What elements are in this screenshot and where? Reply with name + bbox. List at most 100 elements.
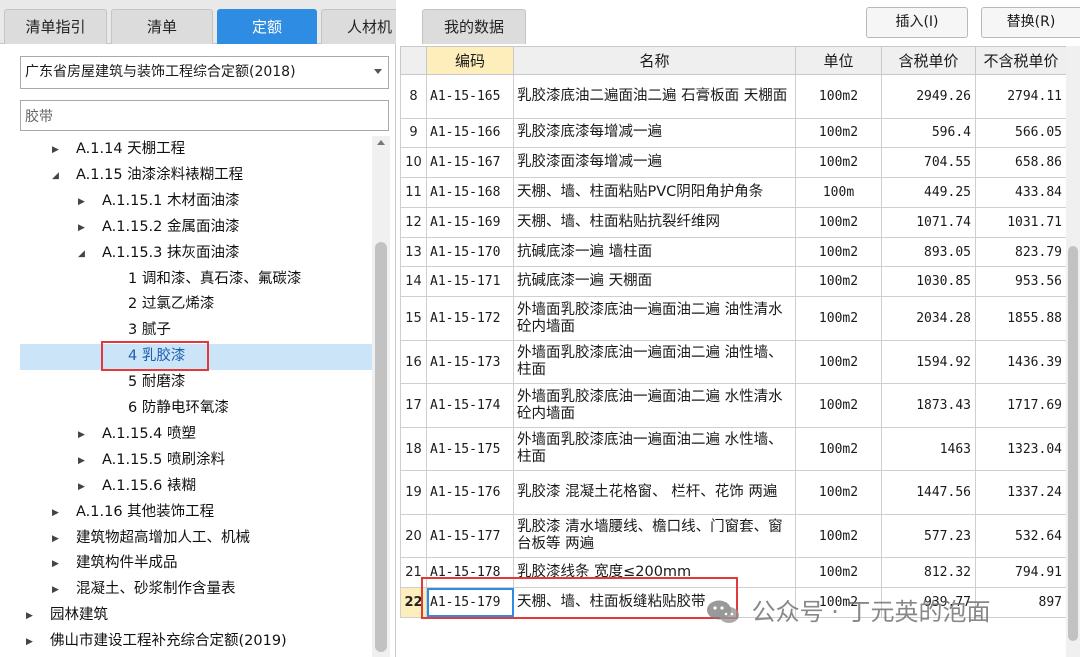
tree-node[interactable]: ▶ 佛山市建设工程补充综合定额(2019): [26, 628, 287, 654]
unit-cell[interactable]: 100m2: [795, 296, 882, 341]
tree-scrollbar[interactable]: [372, 136, 390, 657]
unit-cell[interactable]: 100m2: [795, 557, 882, 589]
expand-arrow-icon[interactable]: ▶: [52, 577, 66, 603]
tree-node[interactable]: ▶ A.1.15.5 喷刷涂料: [78, 447, 225, 473]
notax-price-cell[interactable]: 1337.24: [975, 470, 1066, 515]
unit-cell[interactable]: 100m2: [795, 266, 882, 298]
tax-price-cell[interactable]: 1030.85: [881, 266, 976, 298]
tab-list-guide[interactable]: 清单指引: [4, 9, 107, 44]
expand-arrow-icon[interactable]: ▶: [78, 189, 92, 215]
name-cell[interactable]: 乳胶漆 清水墙腰线、檐口线、门窗套、窗台板等 两遍: [513, 513, 796, 559]
tab-my-data[interactable]: 我的数据: [422, 9, 526, 44]
header-unit[interactable]: 单位: [795, 46, 882, 75]
code-cell[interactable]: A1-15-170: [426, 236, 514, 268]
replace-button[interactable]: 替换(R): [981, 7, 1080, 38]
unit-cell[interactable]: 100m2: [795, 426, 882, 472]
name-cell[interactable]: 乳胶漆面漆每增减一遍: [513, 147, 796, 179]
tree-node[interactable]: ▶ A.1.15.4 喷塑: [78, 421, 196, 447]
expand-arrow-icon[interactable]: ▶: [78, 448, 92, 474]
tree-node[interactable]: 5 耐磨漆: [128, 369, 185, 395]
tree-node[interactable]: ▶ A.1.15.2 金属面油漆: [78, 214, 240, 240]
unit-cell[interactable]: 100m2: [795, 339, 882, 385]
tab-list[interactable]: 清单: [111, 9, 213, 44]
name-cell[interactable]: 天棚、墙、柱面粘贴PVC阴阳角护角条: [513, 177, 796, 208]
row-number[interactable]: 12: [400, 206, 427, 238]
table-row[interactable]: 17 A1-15-174 外墙面乳胶漆底油一遍面油二遍 水性清水砼内墙面 100m2 1…: [400, 383, 1066, 428]
name-cell[interactable]: 外墙面乳胶漆底油一遍面油二遍 油性清水砼内墙面: [513, 296, 796, 341]
insert-button[interactable]: 插入(I): [866, 7, 968, 38]
tax-price-cell[interactable]: 939.77: [881, 587, 976, 618]
notax-price-cell[interactable]: 2794.11: [975, 74, 1066, 119]
table-row[interactable]: 14 A1-15-171 抗碱底漆一遍 天棚面 100m2 1030.85 953.56: [400, 266, 1066, 298]
notax-price-cell[interactable]: 566.05: [975, 117, 1066, 149]
tree-node[interactable]: ◢ A.1.15.3 抹灰面油漆: [78, 240, 240, 266]
row-number[interactable]: 21: [400, 557, 427, 589]
tree-node[interactable]: 2 过氯乙烯漆: [128, 291, 214, 317]
code-cell[interactable]: A1-15-178: [426, 557, 514, 589]
name-cell[interactable]: 外墙面乳胶漆底油一遍面油二遍 油性墙、柱面: [513, 339, 796, 385]
table-row[interactable]: 20 A1-15-177 乳胶漆 清水墙腰线、檐口线、门窗套、窗台板等 两遍 100m…: [400, 513, 1066, 559]
tree-node[interactable]: ▶ 园林建筑: [26, 602, 108, 628]
quota-library-select[interactable]: 广东省房屋建筑与装饰工程综合定额(2018): [20, 56, 389, 89]
name-cell[interactable]: 天棚、墙、柱面粘贴抗裂纤维网: [513, 206, 796, 238]
row-number[interactable]: 19: [400, 470, 427, 515]
code-cell[interactable]: A1-15-173: [426, 339, 514, 385]
notax-price-cell[interactable]: 823.79: [975, 236, 1066, 268]
code-cell[interactable]: A1-15-171: [426, 266, 514, 298]
name-cell[interactable]: 天棚、墙、柱面板缝粘贴胶带: [513, 587, 796, 618]
tax-price-cell[interactable]: 1447.56: [881, 470, 976, 515]
expand-arrow-icon[interactable]: ▶: [52, 500, 66, 526]
code-cell[interactable]: A1-15-169: [426, 206, 514, 238]
name-cell[interactable]: 外墙面乳胶漆底油一遍面油二遍 水性清水砼内墙面: [513, 383, 796, 428]
code-cell[interactable]: A1-15-167: [426, 147, 514, 179]
expand-arrow-icon[interactable]: ▶: [26, 603, 40, 629]
tax-price-cell[interactable]: 893.05: [881, 236, 976, 268]
tree-scroll-thumb[interactable]: [375, 242, 387, 652]
tax-price-cell[interactable]: 704.55: [881, 147, 976, 179]
tax-price-cell[interactable]: 1594.92: [881, 339, 976, 385]
notax-price-cell[interactable]: 1855.88: [975, 296, 1066, 341]
row-number[interactable]: 9: [400, 117, 427, 149]
unit-cell[interactable]: 100m2: [795, 383, 882, 428]
code-cell[interactable]: A1-15-174: [426, 383, 514, 428]
expand-arrow-icon[interactable]: ▶: [52, 526, 66, 552]
row-number[interactable]: 22: [400, 587, 427, 618]
code-cell[interactable]: A1-15-166: [426, 117, 514, 149]
table-row[interactable]: 18 A1-15-175 外墙面乳胶漆底油一遍面油二遍 水性墙、柱面 100m2 146…: [400, 426, 1066, 472]
search-input[interactable]: [20, 100, 389, 131]
row-number[interactable]: 16: [400, 339, 427, 385]
header-tax-price[interactable]: 含税单价: [881, 46, 976, 75]
row-number[interactable]: 11: [400, 177, 427, 208]
tax-price-cell[interactable]: 1463: [881, 426, 976, 472]
name-cell[interactable]: 乳胶漆 混凝土花格窗、 栏杆、花饰 两遍: [513, 470, 796, 515]
notax-price-cell[interactable]: 794.91: [975, 557, 1066, 589]
table-row[interactable]: 12 A1-15-169 天棚、墙、柱面粘贴抗裂纤维网 100m2 1071.74 103…: [400, 206, 1066, 238]
header-name[interactable]: 名称: [513, 46, 796, 75]
name-cell[interactable]: 抗碱底漆一遍 天棚面: [513, 266, 796, 298]
tax-price-cell[interactable]: 2949.26: [881, 74, 976, 119]
tax-price-cell[interactable]: 577.23: [881, 513, 976, 559]
table-row[interactable]: 15 A1-15-172 外墙面乳胶漆底油一遍面油二遍 油性清水砼内墙面 100m2 2…: [400, 296, 1066, 341]
table-row[interactable]: 13 A1-15-170 抗碱底漆一遍 墙柱面 100m2 893.05 823.79: [400, 236, 1066, 268]
row-number[interactable]: 15: [400, 296, 427, 341]
expand-arrow-icon[interactable]: ▶: [52, 137, 66, 163]
name-cell[interactable]: 乳胶漆线条 宽度≤200mm: [513, 557, 796, 589]
tree-node[interactable]: 1 调和漆、真石漆、氟碳漆: [128, 266, 301, 292]
tax-price-cell[interactable]: 449.25: [881, 177, 976, 208]
unit-cell[interactable]: 100m2: [795, 587, 882, 618]
header-code[interactable]: 编码: [426, 46, 514, 75]
table-row[interactable]: 16 A1-15-173 外墙面乳胶漆底油一遍面油二遍 油性墙、柱面 100m2 159…: [400, 339, 1066, 385]
tax-price-cell[interactable]: 1873.43: [881, 383, 976, 428]
notax-price-cell[interactable]: 433.84: [975, 177, 1066, 208]
notax-price-cell[interactable]: 658.86: [975, 147, 1066, 179]
expand-arrow-icon[interactable]: ▶: [78, 215, 92, 241]
unit-cell[interactable]: 100m2: [795, 513, 882, 559]
name-cell[interactable]: 乳胶漆底油二遍面油二遍 石膏板面 天棚面: [513, 74, 796, 119]
row-number[interactable]: 17: [400, 383, 427, 428]
unit-cell[interactable]: 100m2: [795, 236, 882, 268]
unit-cell[interactable]: 100m2: [795, 147, 882, 179]
tree-node[interactable]: ▶ A.1.16 其他装饰工程: [52, 499, 214, 525]
notax-price-cell[interactable]: 532.64: [975, 513, 1066, 559]
tab-quota[interactable]: 定额: [217, 9, 317, 44]
code-cell[interactable]: A1-15-165: [426, 74, 514, 119]
